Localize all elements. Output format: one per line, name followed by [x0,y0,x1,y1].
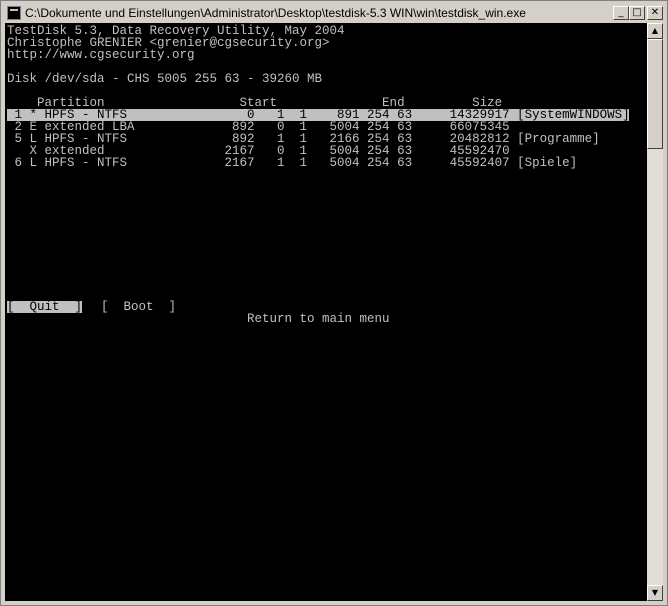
scroll-up-icon[interactable]: ▲ [647,23,663,39]
console-area[interactable]: TestDisk 5.3, Data Recovery Utility, May… [5,23,647,601]
vertical-scrollbar[interactable]: ▲ ▼ [647,23,663,601]
quit-button[interactable]: [ Quit ] [7,301,83,313]
window-title: C:\Dokumente und Einstellungen\Administr… [25,6,526,20]
scroll-thumb[interactable] [647,39,663,149]
minimize-button[interactable]: _ [613,6,629,20]
website-line: http://www.cgsecurity.org [7,48,195,62]
console-app-icon[interactable] [7,6,21,20]
boot-button[interactable]: [ Boot ] [101,301,176,314]
disk-info: Disk /dev/sda - CHS 5005 255 63 - 39260 … [7,72,323,86]
maximize-button[interactable]: □ [629,6,645,20]
title-bar[interactable]: C:\Dokumente und Einstellungen\Administr… [3,3,665,23]
console-window: C:\Dokumente und Einstellungen\Administr… [0,0,668,606]
scroll-down-icon[interactable]: ▼ [647,585,663,601]
partition-row[interactable]: 6 L HPFS - NTFS 2167 1 1 5004 254 63 455… [7,157,578,170]
menu-hint: Return to main menu [247,312,390,326]
close-button[interactable]: ✕ [647,6,663,20]
